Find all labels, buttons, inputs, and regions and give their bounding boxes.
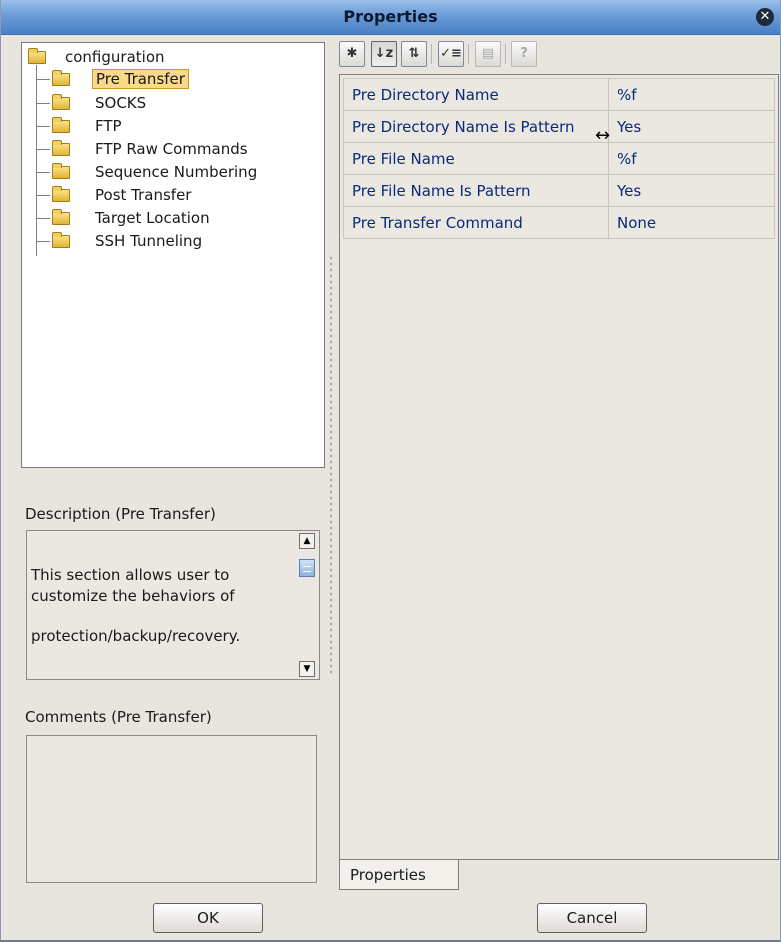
tree-item-label: SSH Tunneling [95,232,203,250]
description-line: customize the behaviors of [31,587,235,605]
property-row[interactable]: Pre Directory Name Is Pattern Yes [343,110,775,143]
folder-icon [52,163,70,179]
folder-icon [52,140,70,156]
title-bar[interactable]: Properties ✕ [1,0,780,35]
tree-root-label: configuration [65,48,165,66]
folder-icon [52,186,70,202]
property-grid: Pre Directory Name %f Pre Directory Name… [339,74,779,860]
toolbar-divider [505,44,506,64]
tree-item-label: FTP Raw Commands [95,140,248,158]
grid-icon[interactable]: ▤ [475,41,501,67]
comments-label: Comments (Pre Transfer) [25,708,212,726]
folder-icon [52,70,70,86]
help-icon[interactable]: ? [511,41,537,67]
tree-branch [36,241,50,242]
folder-icon [28,48,46,64]
scroll-down-icon[interactable]: ▼ [299,661,315,677]
description-box: This section allows user to customize th… [26,530,320,680]
property-row[interactable]: Pre File Name %f [343,142,775,175]
folder-icon [52,117,70,133]
folder-icon [52,94,70,110]
property-value[interactable]: Yes [608,110,775,143]
tree-item-label: Post Transfer [95,186,192,204]
property-value[interactable]: %f [608,142,775,175]
tree-item-label: Sequence Numbering [95,163,258,181]
tree-connector [36,65,37,256]
toolbar-divider [468,44,469,64]
toolbar-divider [431,44,432,64]
tree-branch [36,149,50,150]
configuration-tree: configuration Pre Transfer SOCKS FTP FTP… [21,42,325,468]
categorized-icon[interactable]: ✱ [339,41,365,67]
property-row[interactable]: Pre File Name Is Pattern Yes [343,174,775,207]
tree-item-label: Pre Transfer [92,69,189,89]
tree-branch [36,126,50,127]
sort-az-icon[interactable]: ↓z [371,41,397,67]
property-value[interactable]: %f [608,78,775,111]
window-title: Properties [343,7,438,26]
property-name: Pre Directory Name [343,78,609,111]
sort-icon[interactable]: ⇅ [401,41,427,67]
tree-branch [36,79,50,80]
description-scrollbar[interactable]: ▲ ▼ [299,533,317,677]
properties-dialog: Properties ✕ configuration Pre Transfer … [0,0,781,942]
tree-branch [36,195,50,196]
tree-item-label: FTP [95,117,122,135]
tree-item-label: Target Location [95,209,210,227]
property-value[interactable]: Yes [608,174,775,207]
scroll-thumb[interactable] [299,559,315,577]
property-row[interactable]: Pre Directory Name %f [343,78,775,111]
column-resize-cursor-icon: ↔ [595,125,611,146]
property-value[interactable]: None [608,206,775,239]
comments-field[interactable] [26,735,317,883]
property-name: Pre File Name Is Pattern [343,174,609,207]
close-icon[interactable]: ✕ [756,8,774,26]
tree-branch [36,172,50,173]
panel-splitter[interactable] [329,255,333,675]
folder-icon [52,232,70,248]
property-row[interactable]: Pre Transfer Command None [343,206,775,239]
property-table: Pre Directory Name %f Pre Directory Name… [343,78,775,239]
tree-item-label: SOCKS [95,94,147,112]
folder-icon [52,209,70,225]
property-name: Pre Transfer Command [343,206,609,239]
tab-properties[interactable]: Properties [339,860,459,890]
checklist-icon[interactable]: ✓≡ [438,41,464,67]
ok-button[interactable]: OK [153,903,263,933]
property-name: Pre Directory Name Is Pattern [343,110,609,143]
property-name: Pre File Name [343,142,609,175]
description-line: protection/backup/recovery. [31,627,241,645]
description-label: Description (Pre Transfer) [25,505,216,523]
description-line: This section allows user to [31,566,230,584]
scroll-up-icon[interactable]: ▲ [299,533,315,549]
cancel-button[interactable]: Cancel [537,903,647,933]
tree-branch [36,218,50,219]
tree-branch [36,103,50,104]
